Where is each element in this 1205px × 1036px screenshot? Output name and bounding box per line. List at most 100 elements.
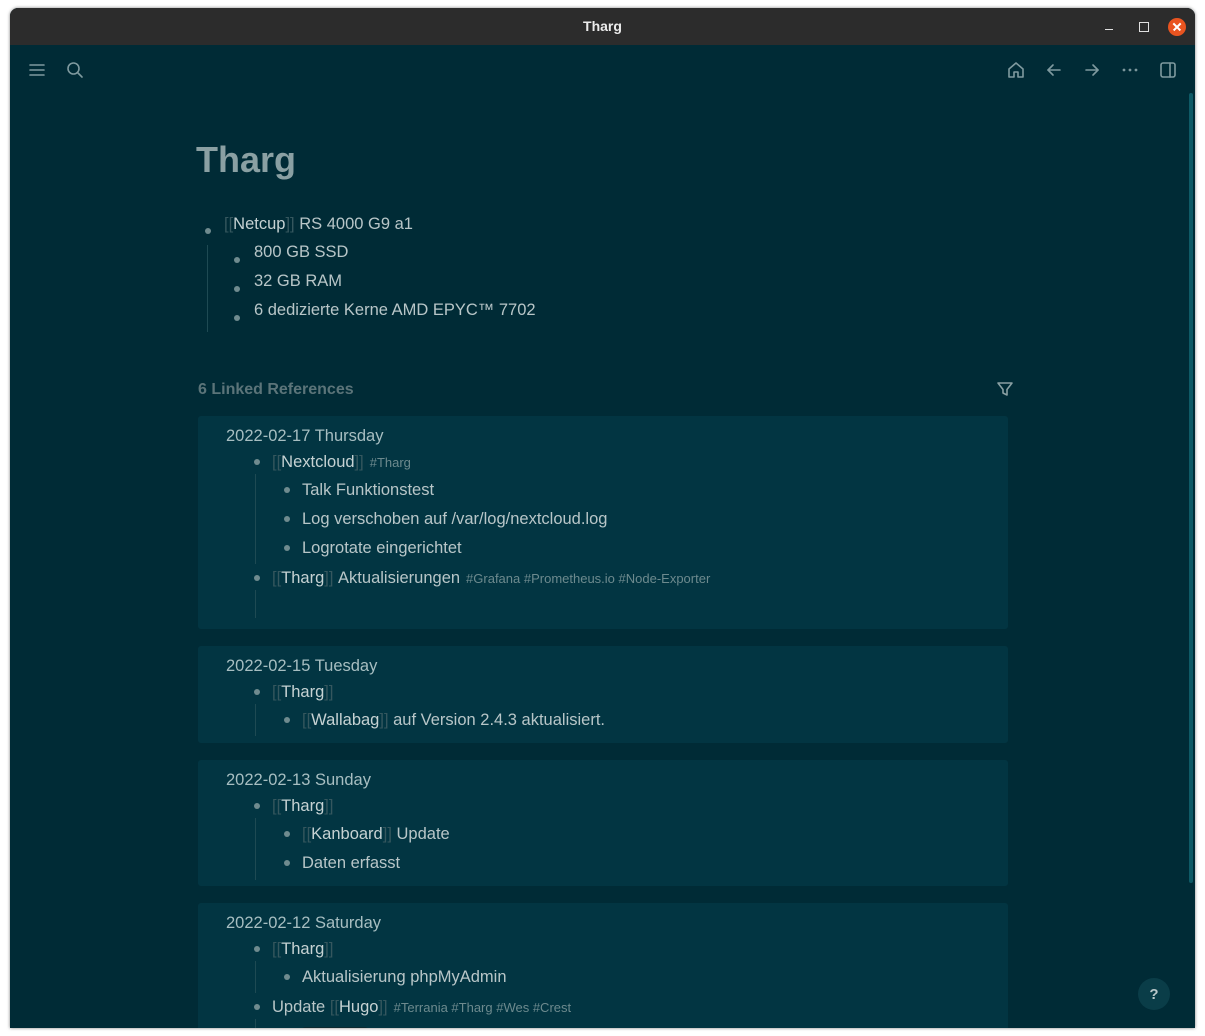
- ref-bracket-close: ]]: [382, 825, 392, 843]
- help-button[interactable]: ?: [1138, 978, 1170, 1010]
- bullet-dot[interactable]: [254, 803, 260, 809]
- block-hugo-update[interactable]: Update [[Hugo]] #Terrania #Tharg #Wes #Cr…: [272, 998, 571, 1017]
- bullet-dot[interactable]: [284, 516, 290, 522]
- scrollbar[interactable]: [1189, 93, 1193, 883]
- bullet-dot[interactable]: [284, 860, 290, 866]
- tag-links[interactable]: #Terrania #Tharg #Wes #Crest: [394, 1000, 572, 1015]
- page-ref-kanboard[interactable]: Kanboard: [311, 825, 383, 844]
- ref-bracket-open: [[: [272, 569, 282, 587]
- code-snippet[interactable]: [302, 1027, 368, 1028]
- ref-bracket-close: ]]: [378, 998, 388, 1016]
- page-blocks: [[Netcup]] RS 4000 G9 a1 800 GB SSD 32 G…: [196, 95, 996, 335]
- search-icon[interactable]: [61, 58, 89, 82]
- sidebar-toggle-icon[interactable]: [1154, 58, 1182, 82]
- block-tharg[interactable]: [[Tharg]]: [272, 940, 333, 959]
- page-ref-netcup[interactable]: Netcup: [233, 215, 285, 234]
- tag-link[interactable]: #Tharg: [370, 455, 411, 470]
- arrow-right-icon[interactable]: [1078, 58, 1106, 82]
- block-wallabag[interactable]: [[Wallabag]] auf Version 2.4.3 aktualisi…: [302, 711, 605, 730]
- ref-date[interactable]: 2022-02-17 Thursday: [226, 427, 383, 446]
- bullet-dot[interactable]: [254, 459, 260, 465]
- bullet-dot[interactable]: [205, 228, 211, 234]
- block-phpmyadmin[interactable]: Aktualisierung phpMyAdmin: [302, 968, 507, 987]
- page-ref-hugo[interactable]: Hugo: [339, 998, 378, 1017]
- bullet-dot[interactable]: [284, 717, 290, 723]
- thread-guide[interactable]: [255, 474, 256, 564]
- ref-bracket-open: [[: [302, 711, 312, 729]
- ref-bracket-open: [[: [329, 998, 339, 1016]
- ref-bracket-open: [[: [302, 825, 312, 843]
- more-icon[interactable]: [1116, 58, 1144, 82]
- block-ram[interactable]: 32 GB RAM: [254, 272, 342, 291]
- toolbar: [10, 45, 1195, 95]
- block-text: Update: [396, 825, 450, 843]
- page-ref-tharg[interactable]: Tharg: [281, 569, 324, 588]
- block-text: auf Version 2.4.3 aktualisiert.: [393, 711, 605, 729]
- thread-guide[interactable]: [255, 590, 256, 618]
- arrow-left-icon[interactable]: [1040, 58, 1068, 82]
- page-ref-tharg[interactable]: Tharg: [281, 683, 324, 702]
- block-cpu[interactable]: 6 dedizierte Kerne AMD EPYC™ 7702: [254, 301, 536, 320]
- reference-card: 2022-02-17 Thursday [[Nextcloud]] #Tharg …: [198, 416, 1008, 629]
- ref-date[interactable]: 2022-02-13 Sunday: [226, 771, 371, 790]
- bullet-dot[interactable]: [254, 1004, 260, 1010]
- bullet-dot[interactable]: [234, 286, 240, 292]
- bullet-dot[interactable]: [254, 946, 260, 952]
- thread-guide[interactable]: [255, 818, 256, 880]
- bullet-dot[interactable]: [234, 257, 240, 263]
- thread-guide[interactable]: [255, 961, 256, 993]
- block-text: RS 4000 G9 a1: [299, 215, 413, 233]
- block-tharg[interactable]: [[Tharg]]: [272, 797, 333, 816]
- page-ref-tharg[interactable]: Tharg: [281, 797, 324, 816]
- block-tharg-updates[interactable]: [[Tharg]] Aktualisierungen #Grafana #Prom…: [272, 569, 710, 588]
- thread-guide[interactable]: [207, 245, 208, 332]
- block-daten[interactable]: Daten erfasst: [302, 854, 400, 873]
- thread-guide[interactable]: [255, 1019, 256, 1028]
- block-logrotate[interactable]: Logrotate eingerichtet: [302, 539, 462, 558]
- ref-date[interactable]: 2022-02-12 Saturday: [226, 914, 381, 933]
- ref-bracket-close: ]]: [324, 797, 334, 815]
- block-text: Update: [272, 998, 326, 1016]
- block-nextcloud[interactable]: [[Nextcloud]] #Tharg: [272, 453, 411, 472]
- page-ref-wallabag[interactable]: Wallabag: [311, 711, 379, 730]
- ref-bracket-close: ]]: [324, 683, 334, 701]
- ref-bracket-close: ]]: [285, 215, 295, 233]
- window-title: Tharg: [583, 18, 622, 34]
- ref-date[interactable]: 2022-02-15 Tuesday: [226, 657, 377, 676]
- home-icon[interactable]: [1002, 58, 1030, 82]
- block-tharg[interactable]: [[Tharg]]: [272, 683, 333, 702]
- tag-links[interactable]: #Grafana #Prometheus.io #Node-Exporter: [466, 571, 710, 586]
- reference-card: 2022-02-12 Saturday [[Tharg]] Aktualisie…: [198, 903, 1008, 1028]
- reference-card: 2022-02-15 Tuesday [[Tharg]] [[Wallabag]…: [198, 646, 1008, 743]
- bullet-dot[interactable]: [284, 974, 290, 980]
- maximize-button[interactable]: [1134, 18, 1152, 36]
- bullet-dot[interactable]: [234, 315, 240, 321]
- filter-icon[interactable]: [996, 380, 1014, 398]
- bullet-dot[interactable]: [284, 487, 290, 493]
- bullet-dot[interactable]: [284, 831, 290, 837]
- ref-bracket-close: ]]: [324, 940, 334, 958]
- thread-guide[interactable]: [255, 704, 256, 736]
- block-ssd[interactable]: 800 GB SSD: [254, 243, 348, 262]
- bullet-dot[interactable]: [284, 545, 290, 551]
- reference-card: 2022-02-13 Sunday [[Tharg]] [[Kanboard]]…: [198, 760, 1008, 886]
- ref-bracket-close: ]]: [354, 453, 364, 471]
- menu-icon[interactable]: [23, 58, 51, 82]
- linked-references-header[interactable]: 6 Linked References: [198, 381, 354, 399]
- bullet-dot[interactable]: [254, 575, 260, 581]
- ref-bracket-open: [[: [272, 940, 282, 958]
- page-ref-nextcloud[interactable]: Nextcloud: [281, 453, 354, 472]
- bullet-dot[interactable]: [254, 689, 260, 695]
- minimize-button[interactable]: [1100, 18, 1118, 36]
- close-button[interactable]: [1168, 18, 1186, 36]
- block-log[interactable]: Log verschoben auf /var/log/nextcloud.lo…: [302, 510, 607, 529]
- ref-bracket-open: [[: [272, 683, 282, 701]
- block-netcup[interactable]: [[Netcup]] RS 4000 G9 a1: [224, 215, 413, 234]
- title-bar: Tharg: [10, 8, 1195, 45]
- ref-bracket-close: ]]: [324, 569, 334, 587]
- block-kanboard[interactable]: [[Kanboard]] Update: [302, 825, 450, 844]
- page-ref-tharg[interactable]: Tharg: [281, 940, 324, 959]
- app-window: Tharg Tharg [[Netcup]] RS 4000 G9 a1 8…: [10, 8, 1195, 1028]
- block-talk[interactable]: Talk Funktionstest: [302, 481, 434, 500]
- ref-bracket-open: [[: [224, 215, 234, 233]
